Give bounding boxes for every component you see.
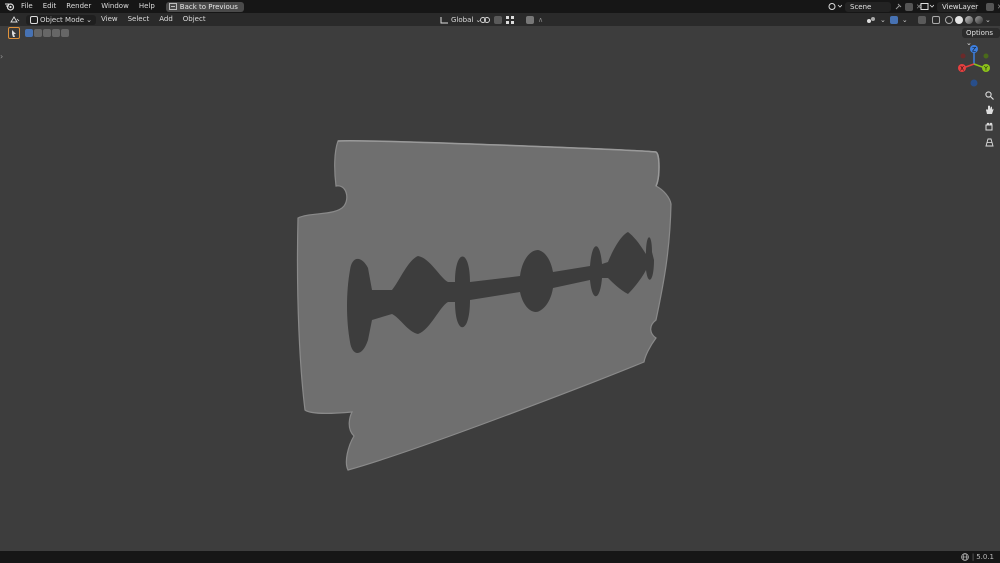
viewlayer-icon	[920, 3, 934, 10]
camera-view-button[interactable]	[982, 119, 996, 133]
screen-back-icon	[168, 3, 177, 10]
menu-help[interactable]: Help	[134, 0, 160, 13]
overlays-toggle-icon[interactable]	[917, 15, 926, 24]
snapping-controls: ∧	[480, 15, 543, 24]
back-to-previous-button[interactable]: Back to Previous	[165, 1, 244, 12]
perspective-toggle-button[interactable]	[982, 135, 996, 149]
top-menu-bar: File Edit Render Window Help Back to Pre…	[0, 0, 1000, 13]
menu-edit[interactable]: Edit	[38, 0, 62, 13]
globe-icon	[961, 553, 969, 561]
select-subtract-icon[interactable]	[43, 29, 51, 37]
orientation-label: Global	[451, 15, 474, 24]
header-menu-view[interactable]: View	[96, 13, 123, 26]
status-separator: |	[971, 553, 975, 561]
proportional-editing-icon[interactable]	[526, 15, 534, 24]
new-viewlayer-icon[interactable]	[986, 2, 994, 11]
3d-viewport[interactable]	[0, 40, 1000, 551]
solid-shading-icon[interactable]	[955, 15, 963, 24]
toolbar-expand-icon[interactable]: ›	[0, 52, 3, 61]
chevron-down-icon[interactable]: ⌄	[902, 16, 908, 24]
scene-icon	[828, 3, 842, 10]
pin-icon[interactable]	[894, 3, 902, 11]
material-shading-icon[interactable]	[965, 15, 973, 24]
viewlayer-selector[interactable]: ViewLayer ✕	[920, 1, 1000, 12]
options-label: Options	[966, 29, 994, 37]
hand-icon	[985, 105, 993, 114]
zoom-view-button[interactable]	[982, 88, 996, 102]
active-tool-icon[interactable]	[8, 27, 20, 39]
menu-window[interactable]: Window	[96, 0, 134, 13]
mode-label: Object Mode	[40, 15, 85, 24]
select-new-icon[interactable]	[25, 29, 33, 37]
gizmo-toggle-icon[interactable]	[889, 15, 898, 24]
gizmo-y-label: Y	[983, 66, 988, 73]
gizmo-neg-z-axis[interactable]	[970, 79, 978, 87]
chevron-down-icon: ⌄	[86, 15, 92, 24]
snap-toggle-icon[interactable]	[494, 15, 502, 24]
selection-mode-group	[25, 29, 69, 37]
status-bar: | 5.0.1	[0, 551, 1000, 563]
falloff-icon[interactable]: ∧	[538, 16, 543, 24]
new-scene-icon[interactable]	[905, 2, 913, 11]
chevron-down-icon[interactable]: ⌄	[985, 16, 991, 24]
viewport-overlay-controls: ⌄ ⌄	[866, 15, 926, 24]
gizmo-x-label: X	[960, 66, 964, 73]
header-menu-select[interactable]: Select	[123, 13, 155, 26]
select-extend-icon[interactable]	[34, 29, 42, 37]
visibility-icon[interactable]	[866, 16, 876, 24]
tool-settings-row	[0, 26, 1000, 40]
gizmo-neg-x-axis[interactable]	[960, 53, 966, 59]
magnifier-icon	[984, 90, 994, 100]
transform-orientation-selector[interactable]: Global ⌄	[436, 15, 485, 25]
camera-icon	[985, 122, 992, 130]
gizmo-z-label: Z	[972, 47, 976, 54]
menu-render[interactable]: Render	[61, 0, 96, 13]
scene-name-field[interactable]: Scene	[845, 1, 891, 12]
orientation-icon	[440, 16, 448, 23]
menu-file[interactable]: File	[16, 0, 38, 13]
version-label: 5.0.1	[976, 553, 994, 561]
3d-viewport-icon	[10, 15, 20, 22]
chevron-down-icon[interactable]: ⌄	[880, 16, 886, 24]
viewport-header: Object Mode ⌄ View Select Add Object Glo…	[0, 13, 1000, 26]
scene-selector[interactable]: Scene ✕	[828, 1, 922, 12]
grid-perspective-icon	[984, 138, 994, 146]
razor-blade-mesh[interactable]	[296, 140, 672, 471]
shading-controls: ⌄	[932, 15, 991, 24]
viewlayer-name-field[interactable]: ViewLayer	[937, 1, 978, 12]
mode-selector[interactable]: Object Mode ⌄	[26, 14, 96, 25]
object-mode-icon	[30, 15, 38, 24]
navigation-gizmo[interactable]: Z Y X	[955, 44, 995, 88]
wireframe-shading-icon[interactable]	[945, 15, 953, 24]
header-menu-add[interactable]: Add	[154, 13, 178, 26]
select-intersect-icon[interactable]	[61, 29, 69, 37]
back-to-previous-label: Back to Previous	[179, 2, 238, 11]
options-dropdown[interactable]: Options ⌄	[962, 28, 1000, 47]
blender-logo-icon[interactable]	[2, 0, 16, 13]
rendered-shading-icon[interactable]	[975, 15, 983, 24]
header-menu-object[interactable]: Object	[178, 13, 211, 26]
snap-target-icon[interactable]	[506, 15, 514, 24]
editor-type-selector[interactable]	[6, 15, 24, 25]
xray-toggle-icon[interactable]	[932, 15, 940, 24]
gizmo-neg-y-axis[interactable]	[983, 53, 989, 59]
pan-view-button[interactable]	[982, 103, 996, 117]
pivot-point-icon[interactable]	[480, 16, 490, 24]
select-invert-icon[interactable]	[52, 29, 60, 37]
